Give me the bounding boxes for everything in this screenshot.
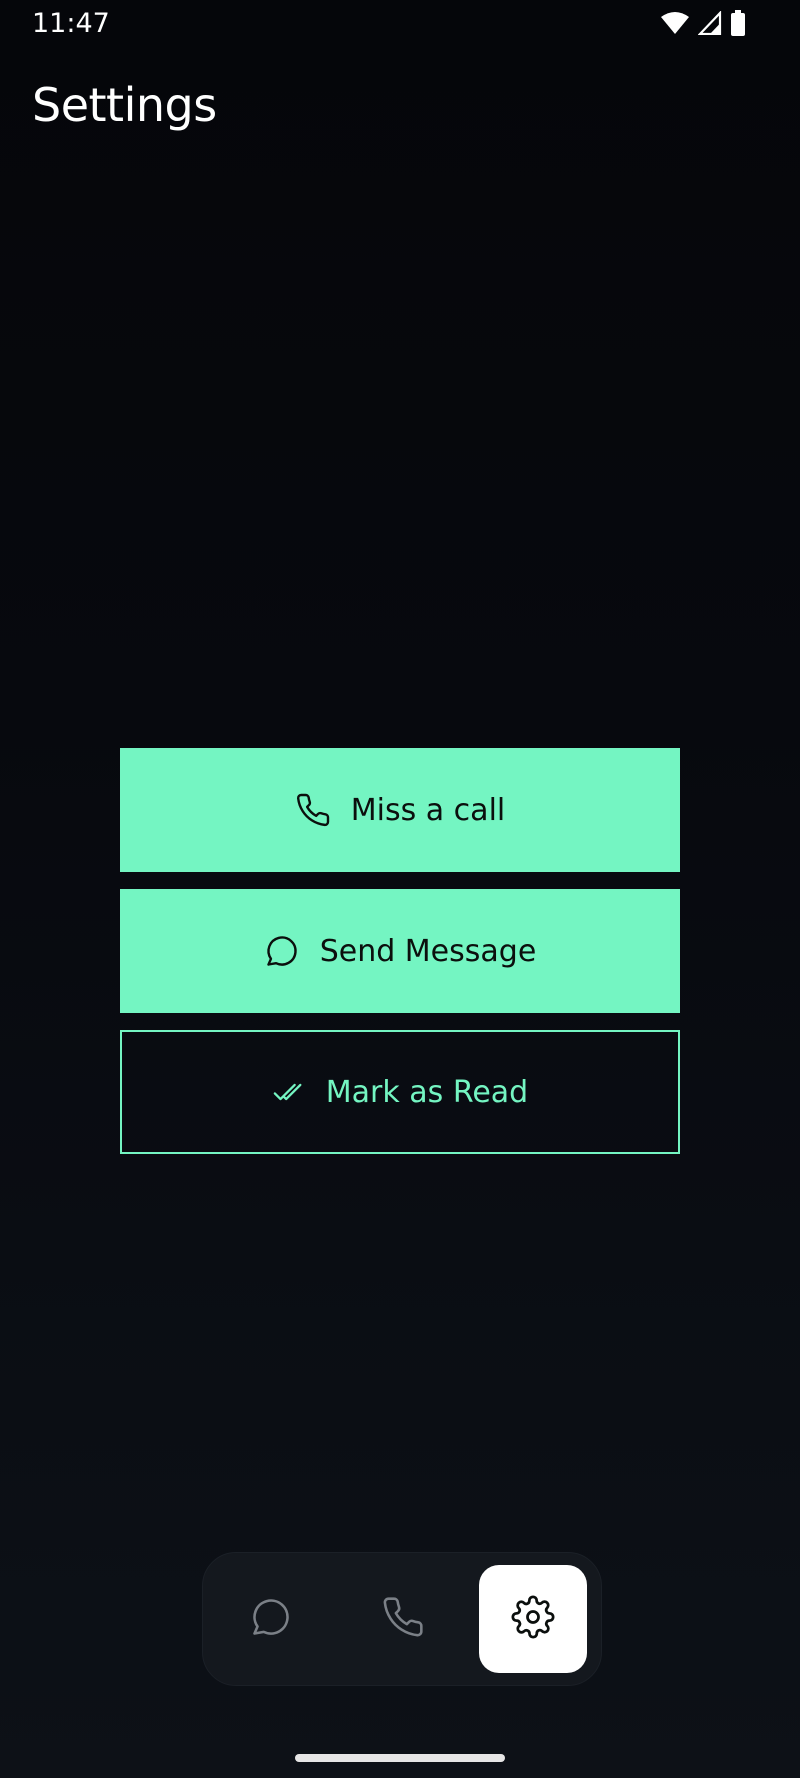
mark-as-read-label: Mark as Read [325,1074,529,1110]
send-message-label: Send Message [319,933,537,969]
mark-as-read-button[interactable]: Mark as Read [120,1030,680,1154]
nav-item-settings[interactable] [479,1565,587,1673]
miss-a-call-button[interactable]: Miss a call [120,748,680,872]
signal-icon [697,10,722,39]
status-time: 11:47 [32,8,110,39]
phone-icon [381,1595,425,1643]
wifi-icon [660,11,690,39]
bottom-navigation [202,1552,602,1686]
send-message-button[interactable]: Send Message [120,889,680,1013]
double-check-icon [272,1075,306,1109]
phone-icon [295,792,331,828]
miss-a-call-label: Miss a call [350,792,506,828]
status-icons [660,10,746,40]
chat-bubble-icon [249,1595,293,1643]
status-bar: 11:47 [0,0,800,50]
gear-icon [511,1595,555,1643]
nav-item-messages[interactable] [217,1565,325,1673]
action-buttons: Miss a call Send Message Mark as Read [120,748,680,1171]
nav-item-calls[interactable] [349,1565,457,1673]
battery-icon [730,10,746,40]
page-title: Settings [32,78,217,132]
chat-bubble-icon [264,933,300,969]
home-indicator[interactable] [295,1754,505,1762]
